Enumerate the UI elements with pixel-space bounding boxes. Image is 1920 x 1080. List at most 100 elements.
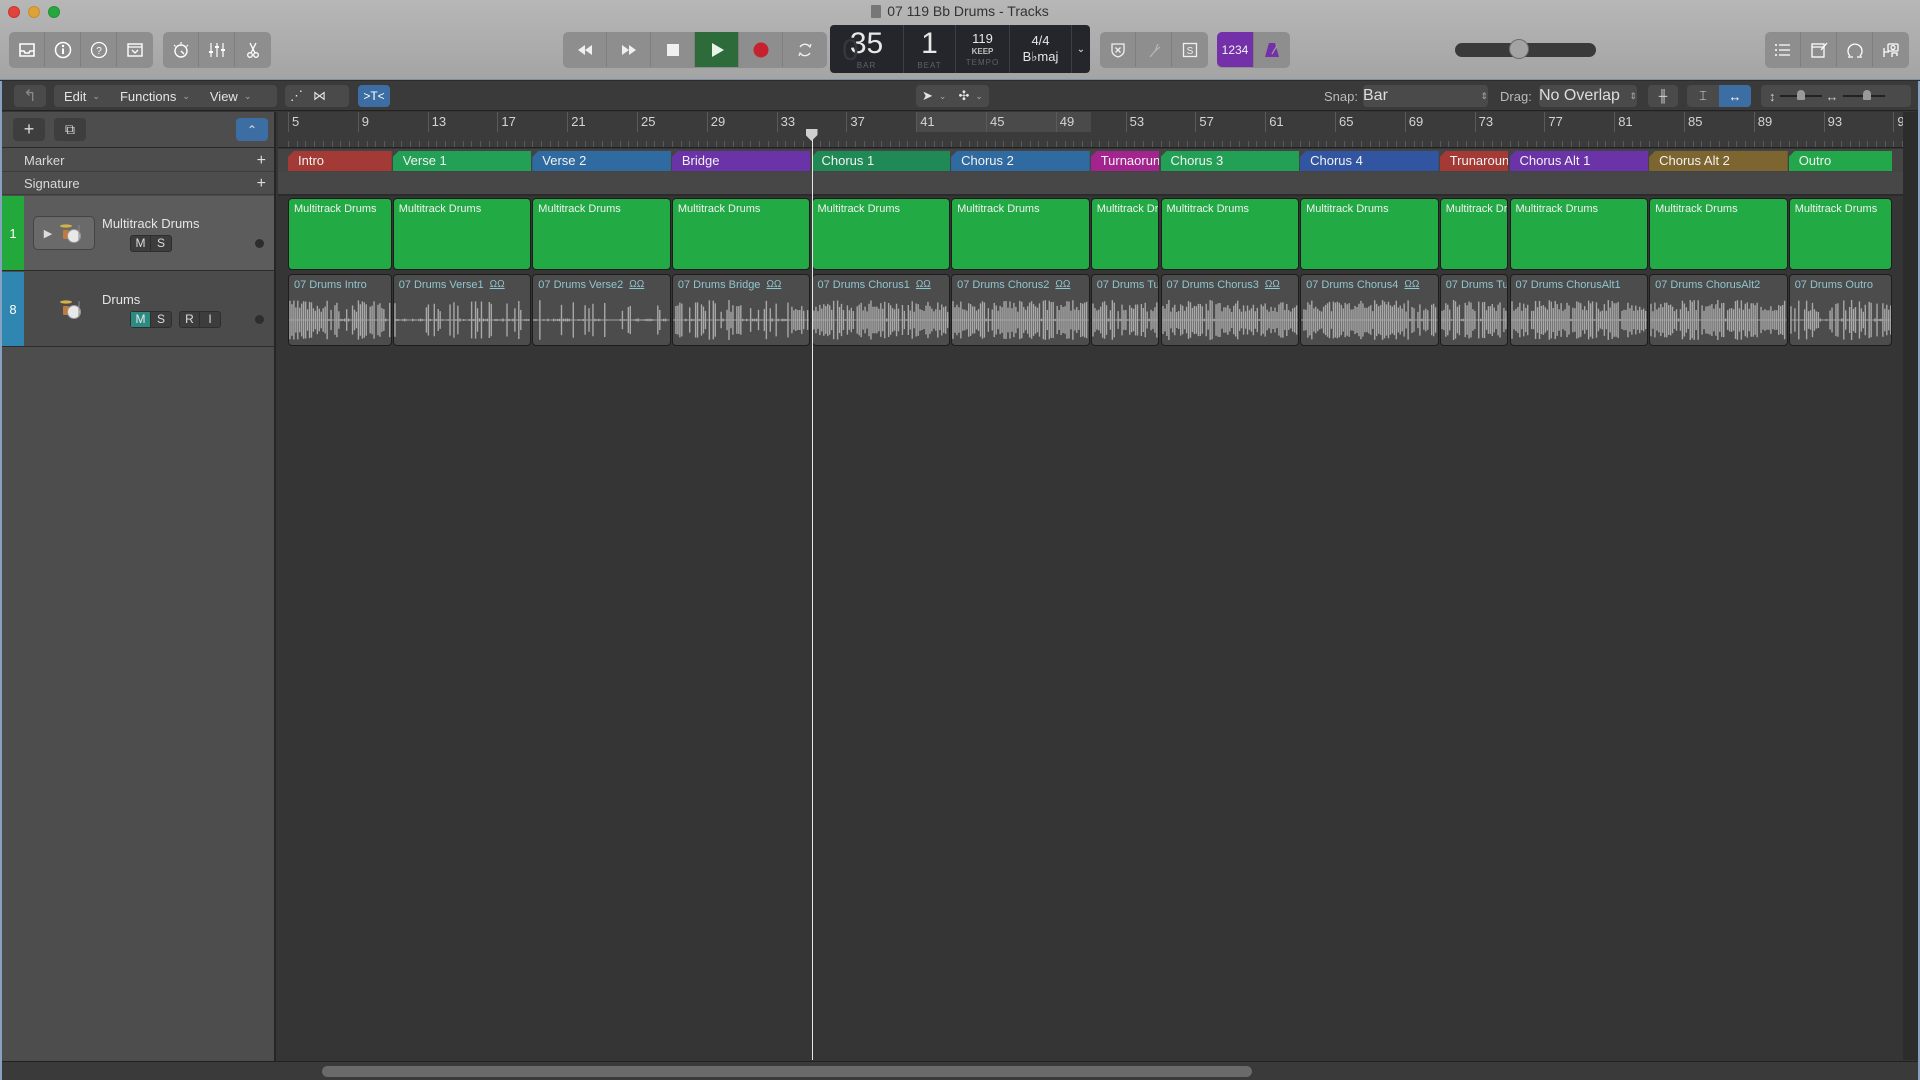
cycle-button[interactable]: [783, 32, 827, 67]
count-in-button[interactable]: 1234: [1217, 32, 1254, 67]
track-region[interactable]: Multitrack Drums: [1439, 198, 1509, 270]
library-button[interactable]: [9, 32, 45, 67]
audio-region[interactable]: 07 Drums Chorus4 ΩΩ: [1300, 274, 1439, 346]
track-region[interactable]: Multitrack Drums: [392, 198, 532, 270]
audio-region[interactable]: 07 Drums Bridge ΩΩ: [671, 274, 811, 346]
track-region[interactable]: Multitrack Drums: [951, 198, 1090, 270]
editors-button[interactable]: [235, 32, 271, 67]
track-name[interactable]: Drums: [102, 292, 140, 307]
lcd-signature[interactable]: 4/4 B♭maj: [1010, 25, 1072, 73]
track-icon-box[interactable]: [40, 292, 102, 326]
arrange-area[interactable]: 5 9 13 17 21 25 29 33 37 41 45 49 53 57 61 65 69 73 77 81 85…: [278, 112, 1903, 1060]
marker[interactable]: Chorus Alt 1: [1509, 151, 1649, 171]
metronome-button[interactable]: [1254, 32, 1290, 67]
marker-global-track[interactable]: Marker +: [2, 149, 274, 172]
vertical-scrollbar-track[interactable]: [1903, 112, 1918, 1060]
track-header[interactable]: 8 Drums M S R I: [2, 272, 274, 347]
audio-region[interactable]: 07 Drums Turnaround: [1439, 274, 1509, 346]
browsers-button[interactable]: [1873, 32, 1909, 67]
catch-button[interactable]: >T<: [358, 85, 390, 107]
list-editors-button[interactable]: [1765, 32, 1801, 67]
back-button[interactable]: ↰: [14, 85, 46, 107]
track-region[interactable]: Multitrack Drums: [1509, 198, 1649, 270]
signature-lane[interactable]: [278, 172, 1903, 196]
master-volume-slider[interactable]: [1455, 39, 1596, 59]
global-tracks-button[interactable]: ⌃: [236, 118, 268, 141]
notepad-button[interactable]: [1801, 32, 1837, 67]
view-menu[interactable]: View ⌄: [200, 89, 262, 104]
marker[interactable]: Chorus Alt 2: [1649, 151, 1788, 171]
track-region[interactable]: Multitrack Drums: [1160, 198, 1300, 270]
track-region[interactable]: Multitrack Drums: [1788, 198, 1893, 270]
fast-forward-button[interactable]: [607, 32, 651, 67]
smart-controls-button[interactable]: [163, 32, 199, 67]
solo-button[interactable]: S: [151, 236, 171, 251]
rewind-button[interactable]: [563, 32, 607, 67]
add-marker-button[interactable]: +: [257, 149, 266, 172]
tuner-button[interactable]: [1136, 32, 1172, 67]
drums-audio-lane[interactable]: 07 Drums Intro 07 Drums Verse1 ΩΩ 07 Drums …: [278, 272, 1903, 347]
vertical-zoom-slider[interactable]: [1779, 90, 1822, 100]
track-header[interactable]: 1 ▶ Multitrack Drums M S: [2, 196, 274, 271]
audio-region[interactable]: 07 Drums ChorusAlt2: [1649, 274, 1788, 346]
flex-view-button[interactable]: ⋈: [308, 88, 331, 104]
audio-region[interactable]: 07 Drums Verse2 ΩΩ: [532, 274, 671, 346]
track-region[interactable]: Multitrack Drums: [811, 198, 951, 270]
marker[interactable]: Chorus 4: [1300, 151, 1439, 171]
marker[interactable]: Chorus 1: [811, 151, 951, 171]
duplicate-track-button[interactable]: ⧉: [54, 118, 86, 141]
audio-region[interactable]: 07 Drums Chorus3 ΩΩ: [1160, 274, 1300, 346]
marker[interactable]: Bridge: [671, 151, 811, 171]
track-region[interactable]: Multitrack Drums: [532, 198, 671, 270]
horizontal-zoom-slider[interactable]: [1842, 90, 1885, 100]
mixer-button[interactable]: [199, 32, 235, 67]
marker[interactable]: Verse 1: [392, 151, 532, 171]
horizontal-scrollbar-track[interactable]: [2, 1061, 1918, 1080]
stop-button[interactable]: [651, 32, 695, 67]
play-button[interactable]: [695, 32, 739, 67]
signature-global-track[interactable]: Signature +: [2, 172, 274, 195]
disclosure-triangle-icon[interactable]: ▶: [44, 227, 52, 240]
quick-help-button[interactable]: ?: [81, 32, 117, 67]
audio-region[interactable]: 07 Drums Turnaround: [1090, 274, 1160, 346]
add-signature-button[interactable]: +: [257, 172, 266, 195]
marker[interactable]: Chorus 2: [951, 151, 1090, 171]
marker-lane[interactable]: Intro Verse 1 Verse 2 Bridge Chorus 1 Chorus …: [278, 149, 1903, 172]
replace-button[interactable]: [1100, 32, 1136, 67]
record-enable-button[interactable]: R: [180, 312, 200, 327]
track-region[interactable]: Multitrack Drums: [671, 198, 811, 270]
drag-select[interactable]: No Overlap ⇕: [1539, 85, 1637, 107]
waveform-zoom-button[interactable]: ╫: [1648, 85, 1678, 107]
audio-region[interactable]: 07 Drums Verse1 ΩΩ: [392, 274, 532, 346]
master-volume-knob[interactable]: [1509, 39, 1530, 59]
marker[interactable]: Trunaround 2: [1439, 151, 1509, 171]
solo-button[interactable]: S: [1172, 32, 1208, 67]
audio-region[interactable]: 07 Drums Outro: [1788, 274, 1893, 346]
lcd-display[interactable]: 0 35 BAR 1 BEAT 119 KEEP TEMPO 4/4 B♭maj ⌄: [830, 25, 1090, 73]
audio-region[interactable]: 07 Drums Chorus2 ΩΩ: [951, 274, 1090, 346]
playhead[interactable]: [811, 132, 813, 1060]
functions-menu[interactable]: Functions ⌄: [110, 89, 200, 104]
lcd-menu-button[interactable]: ⌄: [1072, 25, 1090, 73]
toolbar-button[interactable]: [117, 32, 153, 67]
inspector-button[interactable]: [45, 32, 81, 67]
record-button[interactable]: [739, 32, 783, 67]
track-region[interactable]: Multitrack Drums: [1300, 198, 1439, 270]
audio-region[interactable]: 07 Drums ChorusAlt1: [1509, 274, 1649, 346]
automation-button[interactable]: ⋰: [285, 88, 308, 104]
bar-ruler[interactable]: 5 9 13 17 21 25 29 33 37 41 45 49 53 57 61 65 69 73 77 81 85…: [278, 112, 1903, 148]
marker[interactable]: Turnaorund 1: [1090, 151, 1160, 171]
horizontal-scrollbar-thumb[interactable]: [322, 1066, 1252, 1077]
edit-menu[interactable]: Edit ⌄: [54, 89, 110, 104]
left-click-tool-menu[interactable]: ➤ ⌄: [916, 88, 952, 104]
track-region[interactable]: Multitrack Drums: [1090, 198, 1160, 270]
mute-button[interactable]: M: [131, 236, 151, 251]
track-region[interactable]: Multitrack Drums: [1649, 198, 1788, 270]
horizontal-auto-zoom-button[interactable]: ↔: [1719, 85, 1751, 107]
marker[interactable]: Chorus 3: [1160, 151, 1300, 171]
audio-region[interactable]: 07 Drums Chorus1 ΩΩ: [811, 274, 951, 346]
audio-region[interactable]: 07 Drums Intro: [288, 274, 392, 346]
cmd-click-tool-menu[interactable]: ✣ ⌄: [952, 88, 988, 104]
lcd-tempo[interactable]: 119 KEEP TEMPO: [956, 25, 1010, 73]
mute-button[interactable]: M: [131, 312, 151, 327]
